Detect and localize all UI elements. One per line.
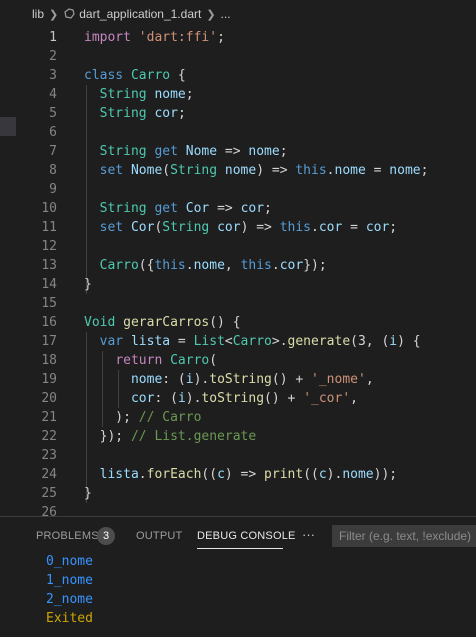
code-text: String get Cor => cor; (99, 201, 272, 216)
code-line[interactable]: 21 ); // Carro (0, 408, 476, 427)
code-text: } (84, 277, 92, 292)
code-text: Void gerarCarros() { (84, 315, 241, 330)
code-text: class Carro { (84, 68, 186, 83)
line-number: 13 (41, 258, 57, 273)
line-number: 19 (41, 372, 57, 387)
code-text: } (84, 486, 92, 501)
code-line[interactable]: 10 String get Cor => cor; (0, 199, 476, 218)
line-number: 20 (41, 391, 57, 406)
line-number: 7 (49, 144, 57, 159)
line-number: 1 (49, 30, 57, 45)
code-text: nome: (i).toString() + '_nome', (130, 372, 374, 387)
code-line[interactable]: 19 nome: (i).toString() + '_nome', (0, 370, 476, 389)
code-line[interactable]: 12 (0, 237, 476, 256)
bottom-panel: PROBLEMS 3 OUTPUT DEBUG CONSOLE ··· Filt… (0, 516, 476, 637)
code-line[interactable]: 17 var lista = List<Carro>.generate(3, (… (0, 332, 476, 351)
line-number: 25 (41, 486, 57, 501)
line-number: 22 (41, 429, 57, 444)
code-line[interactable]: 16 Void gerarCarros() { (0, 313, 476, 332)
code-line[interactable]: 11 set Cor(String cor) => this.cor = cor… (0, 218, 476, 237)
code-text: set Nome(String nome) => this.nome = nom… (99, 163, 429, 178)
active-tab-indicator (197, 548, 283, 549)
code-text: import 'dart:ffi'; (84, 30, 225, 45)
console-line: 1_nome (46, 573, 93, 588)
line-number: 16 (41, 315, 57, 330)
console-line: 2_nome (46, 592, 93, 607)
tab-debug-console[interactable]: DEBUG CONSOLE (197, 530, 296, 542)
code-line[interactable]: 4 String nome; (0, 85, 476, 104)
code-line[interactable]: 5 String cor; (0, 104, 476, 123)
line-number: 24 (41, 467, 57, 482)
line-number: 21 (41, 410, 57, 425)
code-text: var lista = List<Carro>.generate(3, (i) … (99, 334, 421, 349)
code-line[interactable]: 14} (0, 275, 476, 294)
line-number: 11 (41, 220, 57, 235)
code-editor[interactable]: 1 import 'dart:ffi'; 2 3 class Carro {4 Stri… (0, 28, 476, 520)
code-line[interactable]: 15 (0, 294, 476, 313)
line-number: 5 (49, 106, 57, 121)
tab-output[interactable]: OUTPUT (136, 530, 182, 542)
code-text: cor: (i).toString() + '_cor', (130, 391, 358, 406)
code-line[interactable]: 2 (0, 47, 476, 66)
code-text: set Cor(String cor) => this.cor = cor; (99, 220, 398, 235)
code-line[interactable]: 20 cor: (i).toString() + '_cor', (0, 389, 476, 408)
code-text: }); // List.generate (84, 429, 257, 444)
more-actions-icon[interactable]: ··· (302, 527, 315, 542)
line-number: 3 (49, 68, 57, 83)
problems-count-badge: 3 (97, 527, 115, 545)
code-line[interactable]: 18 return Carro( (0, 351, 476, 370)
panel-tabs: PROBLEMS 3 OUTPUT DEBUG CONSOLE ··· Filt… (0, 517, 476, 555)
code-text: ); // Carro (84, 410, 202, 425)
code-line[interactable]: 7 String get Nome => nome; (0, 142, 476, 161)
code-line[interactable]: 25} (0, 484, 476, 503)
console-line: 0_nome (46, 554, 93, 569)
dart-file-icon (64, 8, 75, 19)
line-number: 14 (41, 277, 57, 292)
line-number: 4 (49, 87, 57, 102)
line-number: 6 (49, 125, 57, 140)
code-line[interactable]: 8 set Nome(String nome) => this.nome = n… (0, 161, 476, 180)
console-line: Exited (46, 611, 93, 626)
line-number: 2 (49, 49, 57, 64)
breadcrumb: lib ❯ dart_application_1.dart ❯ ... (0, 0, 476, 28)
line-number: 12 (41, 239, 57, 254)
line-number: 8 (49, 163, 57, 178)
code-line[interactable]: 6 (0, 123, 476, 142)
chevron-right-icon: ❯ (49, 8, 59, 21)
code-line[interactable]: 9 (0, 180, 476, 199)
code-line[interactable]: 13 Carro({this.nome, this.cor}); (0, 256, 476, 275)
code-line[interactable]: 3 class Carro { (0, 66, 476, 85)
code-line[interactable]: 1 import 'dart:ffi'; (0, 28, 476, 47)
code-line[interactable]: 22 }); // List.generate (0, 427, 476, 446)
code-line[interactable]: 23 (0, 446, 476, 465)
breadcrumb-tail[interactable]: ... (221, 7, 231, 21)
code-text: lista.forEach((c) => print((c).nome)); (99, 467, 398, 482)
filter-input[interactable]: Filter (e.g. text, !exclude) (332, 525, 476, 547)
line-number: 15 (41, 296, 57, 311)
line-number: 18 (41, 353, 57, 368)
breadcrumb-file[interactable]: dart_application_1.dart (79, 7, 201, 21)
breadcrumb-folder[interactable]: lib (32, 7, 44, 21)
code-text: Carro({this.nome, this.cor}); (99, 258, 327, 273)
line-number: 9 (49, 182, 57, 197)
chevron-right-icon: ❯ (206, 8, 216, 21)
tab-problems[interactable]: PROBLEMS (36, 530, 99, 542)
line-number: 17 (41, 334, 57, 349)
code-text: return Carro( (115, 353, 218, 368)
line-number: 10 (41, 201, 57, 216)
code-text: String get Nome => nome; (99, 144, 288, 159)
line-number: 23 (41, 448, 57, 463)
code-line[interactable]: 24 lista.forEach((c) => print((c).nome))… (0, 465, 476, 484)
code-text: String cor; (99, 106, 186, 121)
code-text: String nome; (99, 87, 194, 102)
